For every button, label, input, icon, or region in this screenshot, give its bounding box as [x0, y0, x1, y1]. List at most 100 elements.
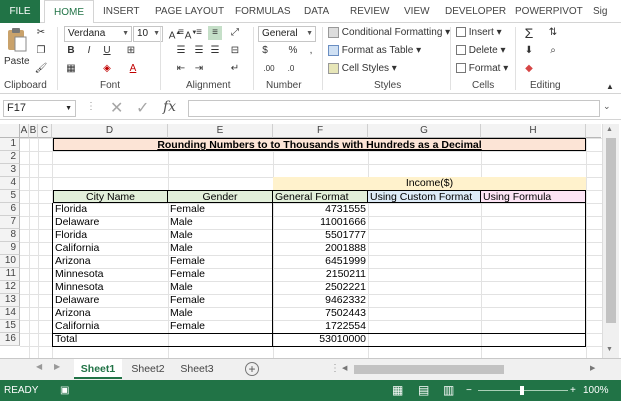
insert-cells-button[interactable]: Insert ▾	[456, 26, 502, 40]
bold-icon[interactable]: B	[64, 44, 78, 58]
general-format-cell[interactable]: 4731555	[273, 203, 368, 216]
row-header[interactable]: 4	[0, 177, 20, 190]
row-header[interactable]: 3	[0, 164, 20, 177]
tab-developer[interactable]: DEVELOPER	[445, 0, 506, 23]
city-cell[interactable]: Florida	[53, 203, 168, 216]
row-header[interactable]: 1	[0, 138, 20, 151]
horizontal-scroll-thumb[interactable]	[354, 365, 504, 374]
page-break-view-icon[interactable]: ▥	[443, 380, 454, 401]
sheet-tab-sheet2[interactable]: Sheet2	[125, 359, 171, 379]
gender-cell[interactable]: Male	[168, 307, 273, 320]
cell-styles-button[interactable]: Cell Styles ▾	[328, 62, 397, 76]
column-header[interactable]: H	[481, 124, 586, 138]
general-format-cell[interactable]: 5501777	[273, 229, 368, 242]
align-bottom-icon[interactable]: ≡	[208, 26, 222, 40]
add-sheet-icon[interactable]: +	[245, 362, 259, 376]
name-box[interactable]: F17 ▼	[3, 100, 76, 117]
sheet-tab-sheet3[interactable]: Sheet3	[174, 359, 220, 379]
city-cell[interactable]: Arizona	[53, 307, 168, 320]
gender-cell[interactable]: Female	[168, 255, 273, 268]
prev-sheet-icon[interactable]: ◀	[36, 362, 42, 371]
row-header[interactable]: 13	[0, 294, 20, 307]
vertical-scrollbar[interactable]: ▲ ▼	[602, 124, 619, 358]
fill-icon[interactable]: ⬇	[522, 44, 536, 58]
row-header[interactable]: 15	[0, 320, 20, 333]
scroll-down-icon[interactable]: ▼	[606, 346, 613, 353]
general-format-cell[interactable]: 6451999	[273, 255, 368, 268]
general-format-cell[interactable]: 2502221	[273, 281, 368, 294]
column-header[interactable]: B	[29, 124, 38, 138]
format-painter-icon[interactable]: 🖌	[34, 62, 48, 76]
orientation-icon[interactable]: ⤢	[228, 26, 242, 40]
cancel-icon[interactable]: ✕	[110, 98, 123, 118]
row-header[interactable]: 12	[0, 281, 20, 294]
gender-cell[interactable]: Female	[168, 320, 273, 333]
header-using-formula[interactable]: Using Formula	[481, 190, 586, 203]
gender-cell[interactable]: Female	[168, 203, 273, 216]
column-header[interactable]: F	[273, 124, 368, 138]
font-color-icon[interactable]: A	[126, 62, 140, 76]
font-size-combo[interactable]: 10 ▼	[133, 26, 163, 42]
row-header[interactable]: 8	[0, 229, 20, 242]
macro-record-icon[interactable]: ▣	[60, 380, 69, 401]
percent-icon[interactable]: %	[286, 44, 300, 58]
zoom-in-icon[interactable]: +	[570, 380, 576, 401]
city-cell[interactable]: Minnesota	[53, 268, 168, 281]
align-top-icon[interactable]: ≡	[174, 26, 188, 40]
general-format-cell[interactable]: 9462332	[273, 294, 368, 307]
gender-cell[interactable]: Male	[168, 229, 273, 242]
wrap-text-icon[interactable]: ↵	[228, 62, 242, 76]
total-value[interactable]: 53010000	[273, 333, 368, 346]
scroll-up-icon[interactable]: ▲	[606, 126, 613, 133]
sheet-tab-sheet1[interactable]: Sheet1	[74, 359, 122, 379]
next-sheet-icon[interactable]: ▶	[54, 362, 60, 371]
column-header[interactable]: D	[52, 124, 168, 138]
clear-icon[interactable]: ◆	[522, 62, 536, 76]
font-name-combo[interactable]: Verdana ▼	[64, 26, 132, 42]
tab-formulas[interactable]: FORMULAS	[235, 0, 291, 23]
header-gender[interactable]: Gender	[168, 190, 273, 203]
tab-split-icon[interactable]: ⋮	[330, 363, 340, 374]
column-header[interactable]: C	[38, 124, 52, 138]
gender-cell[interactable]: Male	[168, 281, 273, 294]
column-header[interactable]: G	[368, 124, 481, 138]
gender-cell[interactable]: Female	[168, 268, 273, 281]
tab-sign-in[interactable]: Sig	[593, 0, 607, 23]
align-middle-icon[interactable]: ≡	[192, 26, 206, 40]
tab-view[interactable]: VIEW	[404, 0, 430, 23]
format-as-table-button[interactable]: Format as Table ▾	[328, 44, 421, 58]
increase-indent-icon[interactable]: ⇥	[192, 62, 206, 76]
row-header[interactable]: 6	[0, 203, 20, 216]
increase-decimal-icon[interactable]: .00	[262, 62, 276, 76]
city-cell[interactable]: Minnesota	[53, 281, 168, 294]
sort-filter-icon[interactable]: ⇅	[546, 26, 560, 40]
decrease-indent-icon[interactable]: ⇤	[174, 62, 188, 76]
currency-icon[interactable]: $	[258, 44, 272, 58]
copy-icon[interactable]: ❐	[34, 44, 48, 58]
fill-color-icon[interactable]: ◈	[100, 62, 114, 76]
tab-file[interactable]: FILE	[0, 0, 40, 23]
general-format-cell[interactable]: 1722554	[273, 320, 368, 333]
zoom-slider-thumb[interactable]	[520, 386, 524, 395]
sheet-title[interactable]: Rounding Numbers to to Thousands with Hu…	[53, 138, 586, 151]
italic-icon[interactable]: I	[82, 44, 96, 58]
comma-icon[interactable]: ,	[304, 44, 318, 58]
tab-data[interactable]: DATA	[304, 0, 329, 23]
insert-function-icon[interactable]: fx	[163, 99, 176, 115]
tab-home[interactable]: HOME	[44, 0, 94, 24]
cut-icon[interactable]: ✂	[34, 26, 48, 40]
vertical-scroll-thumb[interactable]	[606, 138, 616, 323]
page-layout-view-icon[interactable]: ▤	[418, 380, 429, 401]
row-header[interactable]: 9	[0, 242, 20, 255]
row-header[interactable]: 14	[0, 307, 20, 320]
delete-cells-button[interactable]: Delete ▾	[456, 44, 506, 58]
income-header[interactable]: Income($)	[273, 177, 586, 190]
general-format-cell[interactable]: 2150211	[273, 268, 368, 281]
tab-powerpivot[interactable]: POWERPIVOT	[515, 0, 583, 23]
align-left-icon[interactable]: ☰	[174, 44, 188, 58]
gender-cell[interactable]: Male	[168, 242, 273, 255]
row-header[interactable]: 16	[0, 333, 20, 346]
merge-center-icon[interactable]: ⊟	[228, 44, 242, 58]
zoom-level[interactable]: 100%	[583, 380, 609, 401]
number-format-combo[interactable]: General ▼	[258, 26, 316, 42]
